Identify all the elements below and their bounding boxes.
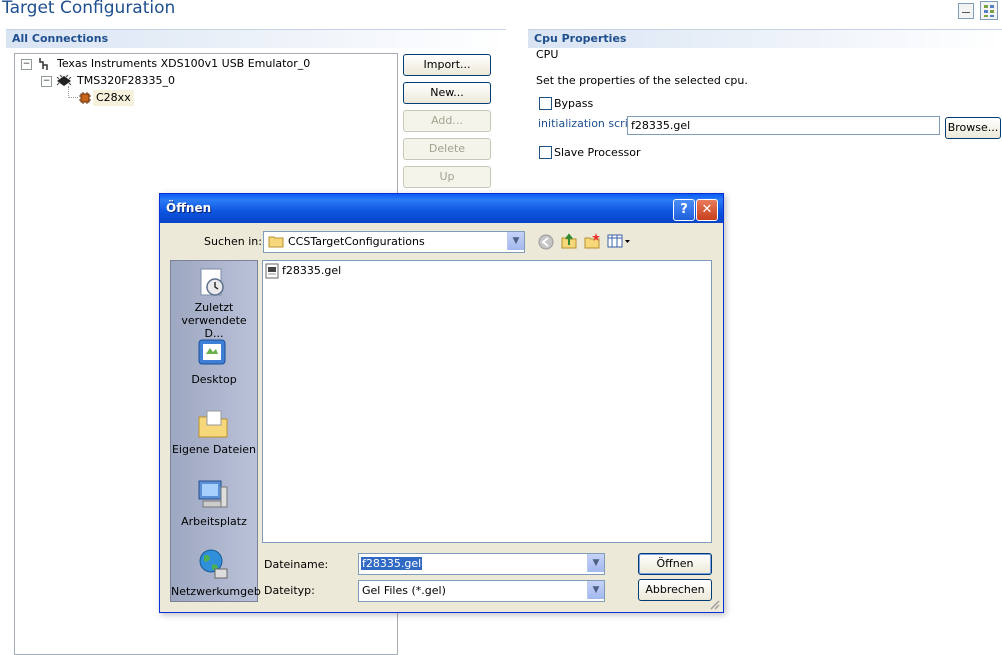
new-folder-icon[interactable] xyxy=(583,232,601,250)
tree-node-label: Texas Instruments XDS100v1 USB Emulator_… xyxy=(57,57,311,70)
slave-processor-checkbox[interactable] xyxy=(539,146,552,159)
gel-file-icon xyxy=(265,263,279,279)
close-button[interactable]: ✕ xyxy=(696,199,718,221)
place-label: Desktop xyxy=(191,373,237,386)
new-button[interactable]: New... xyxy=(403,82,491,104)
filetype-label: Dateityp: xyxy=(264,584,315,597)
chevron-down-icon[interactable]: ▼ xyxy=(587,581,604,599)
dialog-title: Öffnen xyxy=(166,201,212,215)
open-file-dialog: Öffnen ? ✕ Suchen in: CCSTargetConfigura… xyxy=(159,193,724,613)
init-script-label: initialization script xyxy=(538,117,640,130)
add-button[interactable]: Add... xyxy=(403,110,491,132)
back-icon[interactable] xyxy=(537,233,555,251)
place-label: Eigene Dateien xyxy=(171,443,257,456)
recent-documents-icon xyxy=(200,268,224,296)
dialog-title-bar[interactable]: Öffnen ? ✕ xyxy=(160,194,723,223)
my-computer-icon xyxy=(198,480,228,508)
network-icon xyxy=(199,549,228,579)
view-menu-icon[interactable] xyxy=(607,233,631,249)
grid-layout-icon xyxy=(984,5,994,17)
tree-node-label: TMS320F28335_0 xyxy=(77,74,176,87)
my-documents-icon xyxy=(198,410,228,438)
filetype-combobox[interactable]: Gel Files (*.gel) ▼ xyxy=(358,580,605,602)
chevron-down-icon[interactable]: ▼ xyxy=(587,554,604,572)
up-button[interactable]: Up xyxy=(403,166,491,188)
filename-input[interactable]: f28335.gel xyxy=(361,557,423,570)
connector-icon xyxy=(39,58,48,70)
minimize-view-button[interactable] xyxy=(958,3,974,19)
up-folder-icon[interactable] xyxy=(560,232,578,250)
all-connections-header: All Connections xyxy=(6,29,506,48)
collapse-toggle[interactable]: − xyxy=(41,76,52,87)
filetype-value: Gel Files (*.gel) xyxy=(362,584,446,597)
place-label: Arbeitsplatz xyxy=(181,515,247,528)
place-my-documents[interactable]: Eigene Dateien xyxy=(171,403,257,463)
close-icon: ✕ xyxy=(701,202,713,217)
cpu-core-icon xyxy=(79,92,91,104)
bypass-checkbox[interactable] xyxy=(539,97,552,110)
import-button[interactable]: Import... xyxy=(403,54,491,76)
look-in-combobox[interactable]: CCSTargetConfigurations ▼ xyxy=(263,231,525,253)
desktop-icon xyxy=(198,339,226,365)
place-network[interactable]: Netzwerkumgeb xyxy=(171,545,261,601)
init-script-input[interactable]: f28335.gel xyxy=(627,116,940,135)
place-desktop[interactable]: Desktop xyxy=(171,335,257,391)
file-list[interactable]: f28335.gel xyxy=(262,260,712,543)
slave-processor-label: Slave Processor xyxy=(554,146,641,159)
delete-button[interactable]: Delete xyxy=(403,138,491,160)
browse-button[interactable]: Browse... xyxy=(945,117,1001,139)
place-label: Netzwerkumgeb xyxy=(171,585,261,598)
cpu-description: Set the properties of the selected cpu. xyxy=(536,74,748,87)
filename-label: Dateiname: xyxy=(264,558,329,571)
cancel-button[interactable]: Abbrechen xyxy=(638,579,712,601)
places-bar: Zuletzt verwendete D... Desktop Eigene D… xyxy=(170,260,261,602)
help-icon: ? xyxy=(680,202,688,217)
look-in-label: Suchen in: xyxy=(204,235,262,248)
chevron-down-icon[interactable]: ▼ xyxy=(507,232,524,250)
layout-toggle-button[interactable] xyxy=(980,1,998,20)
help-button[interactable]: ? xyxy=(673,199,695,221)
bypass-label: Bypass xyxy=(554,97,594,110)
place-my-computer[interactable]: Arbeitsplatz xyxy=(171,475,257,535)
file-name: f28335.gel xyxy=(282,264,342,277)
minimize-icon xyxy=(962,12,970,15)
chip-icon xyxy=(56,74,72,86)
cpu-subtitle: CPU xyxy=(536,48,559,61)
cpu-properties-header: Cpu Properties xyxy=(528,29,1002,48)
look-in-value: CCSTargetConfigurations xyxy=(288,235,425,248)
filename-combobox[interactable]: f28335.gel ▼ xyxy=(358,553,605,575)
open-button[interactable]: Öffnen xyxy=(638,553,712,575)
resize-grip-icon[interactable] xyxy=(708,598,720,610)
page-title: Target Configuration xyxy=(2,0,176,18)
collapse-toggle[interactable]: − xyxy=(21,59,32,70)
place-recent[interactable]: Zuletzt verwendete D... xyxy=(171,263,257,340)
folder-icon xyxy=(268,236,284,248)
tree-node-label: C28xx xyxy=(93,90,134,106)
